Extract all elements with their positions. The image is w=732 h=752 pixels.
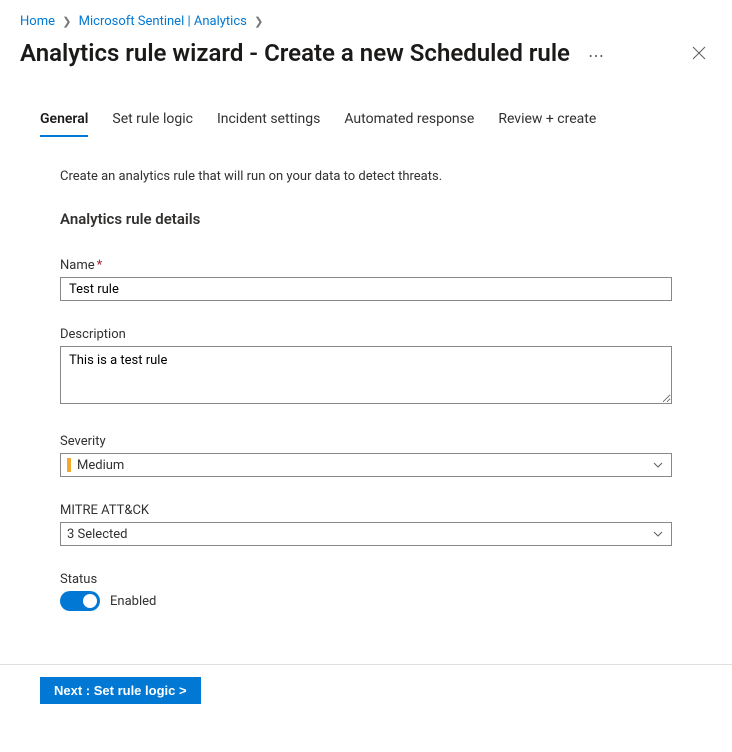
- mitre-label: MITRE ATT&CK: [60, 503, 672, 518]
- tab-automated-response[interactable]: Automated response: [344, 105, 474, 137]
- status-toggle-row: Enabled: [60, 591, 672, 611]
- chevron-down-icon: [653, 529, 663, 539]
- form-body: Create an analytics rule that will run o…: [0, 137, 732, 611]
- field-mitre: MITRE ATT&CK 3 Selected: [60, 503, 672, 546]
- status-toggle[interactable]: [60, 591, 100, 611]
- section-title: Analytics rule details: [60, 210, 672, 228]
- status-value: Enabled: [110, 594, 156, 609]
- field-description: Description This is a test rule: [60, 327, 672, 408]
- breadcrumb-home[interactable]: Home: [20, 14, 55, 29]
- more-icon[interactable]: ⋯: [588, 48, 606, 64]
- severity-dropdown[interactable]: Medium: [60, 453, 672, 477]
- chevron-down-icon: [653, 460, 663, 470]
- tab-strip: General Set rule logic Incident settings…: [0, 105, 732, 137]
- chevron-right-icon: ❯: [58, 15, 75, 28]
- chevron-right-icon: ❯: [250, 15, 267, 28]
- mitre-value: 3 Selected: [67, 527, 127, 542]
- field-severity: Severity Medium: [60, 434, 672, 477]
- footer-bar: Next : Set rule logic >: [0, 664, 732, 704]
- field-status: Status Enabled: [60, 572, 672, 611]
- intro-text: Create an analytics rule that will run o…: [60, 169, 672, 184]
- severity-label: Severity: [60, 434, 672, 449]
- status-label: Status: [60, 572, 672, 587]
- severity-color-indicator: [67, 458, 71, 472]
- page-header: Analytics rule wizard - Create a new Sch…: [0, 35, 732, 79]
- page-title: Analytics rule wizard - Create a new Sch…: [20, 39, 570, 67]
- required-indicator: *: [97, 258, 103, 273]
- breadcrumb-sentinel-analytics[interactable]: Microsoft Sentinel | Analytics: [79, 14, 247, 29]
- close-icon: [692, 46, 706, 60]
- field-name: Name*: [60, 258, 672, 301]
- description-input[interactable]: This is a test rule: [60, 346, 672, 404]
- close-button[interactable]: [692, 46, 706, 60]
- name-label-text: Name: [60, 258, 95, 273]
- mitre-dropdown[interactable]: 3 Selected: [60, 522, 672, 546]
- description-label: Description: [60, 327, 672, 342]
- next-button[interactable]: Next : Set rule logic >: [40, 677, 201, 704]
- breadcrumb: Home ❯ Microsoft Sentinel | Analytics ❯: [0, 0, 732, 35]
- tab-general[interactable]: General: [40, 105, 88, 137]
- tab-set-rule-logic[interactable]: Set rule logic: [112, 105, 193, 137]
- name-input[interactable]: [60, 277, 672, 301]
- tab-review-create[interactable]: Review + create: [498, 105, 596, 137]
- severity-value: Medium: [77, 458, 124, 473]
- tab-incident-settings[interactable]: Incident settings: [217, 105, 320, 137]
- toggle-thumb: [83, 594, 97, 608]
- name-label: Name*: [60, 258, 672, 273]
